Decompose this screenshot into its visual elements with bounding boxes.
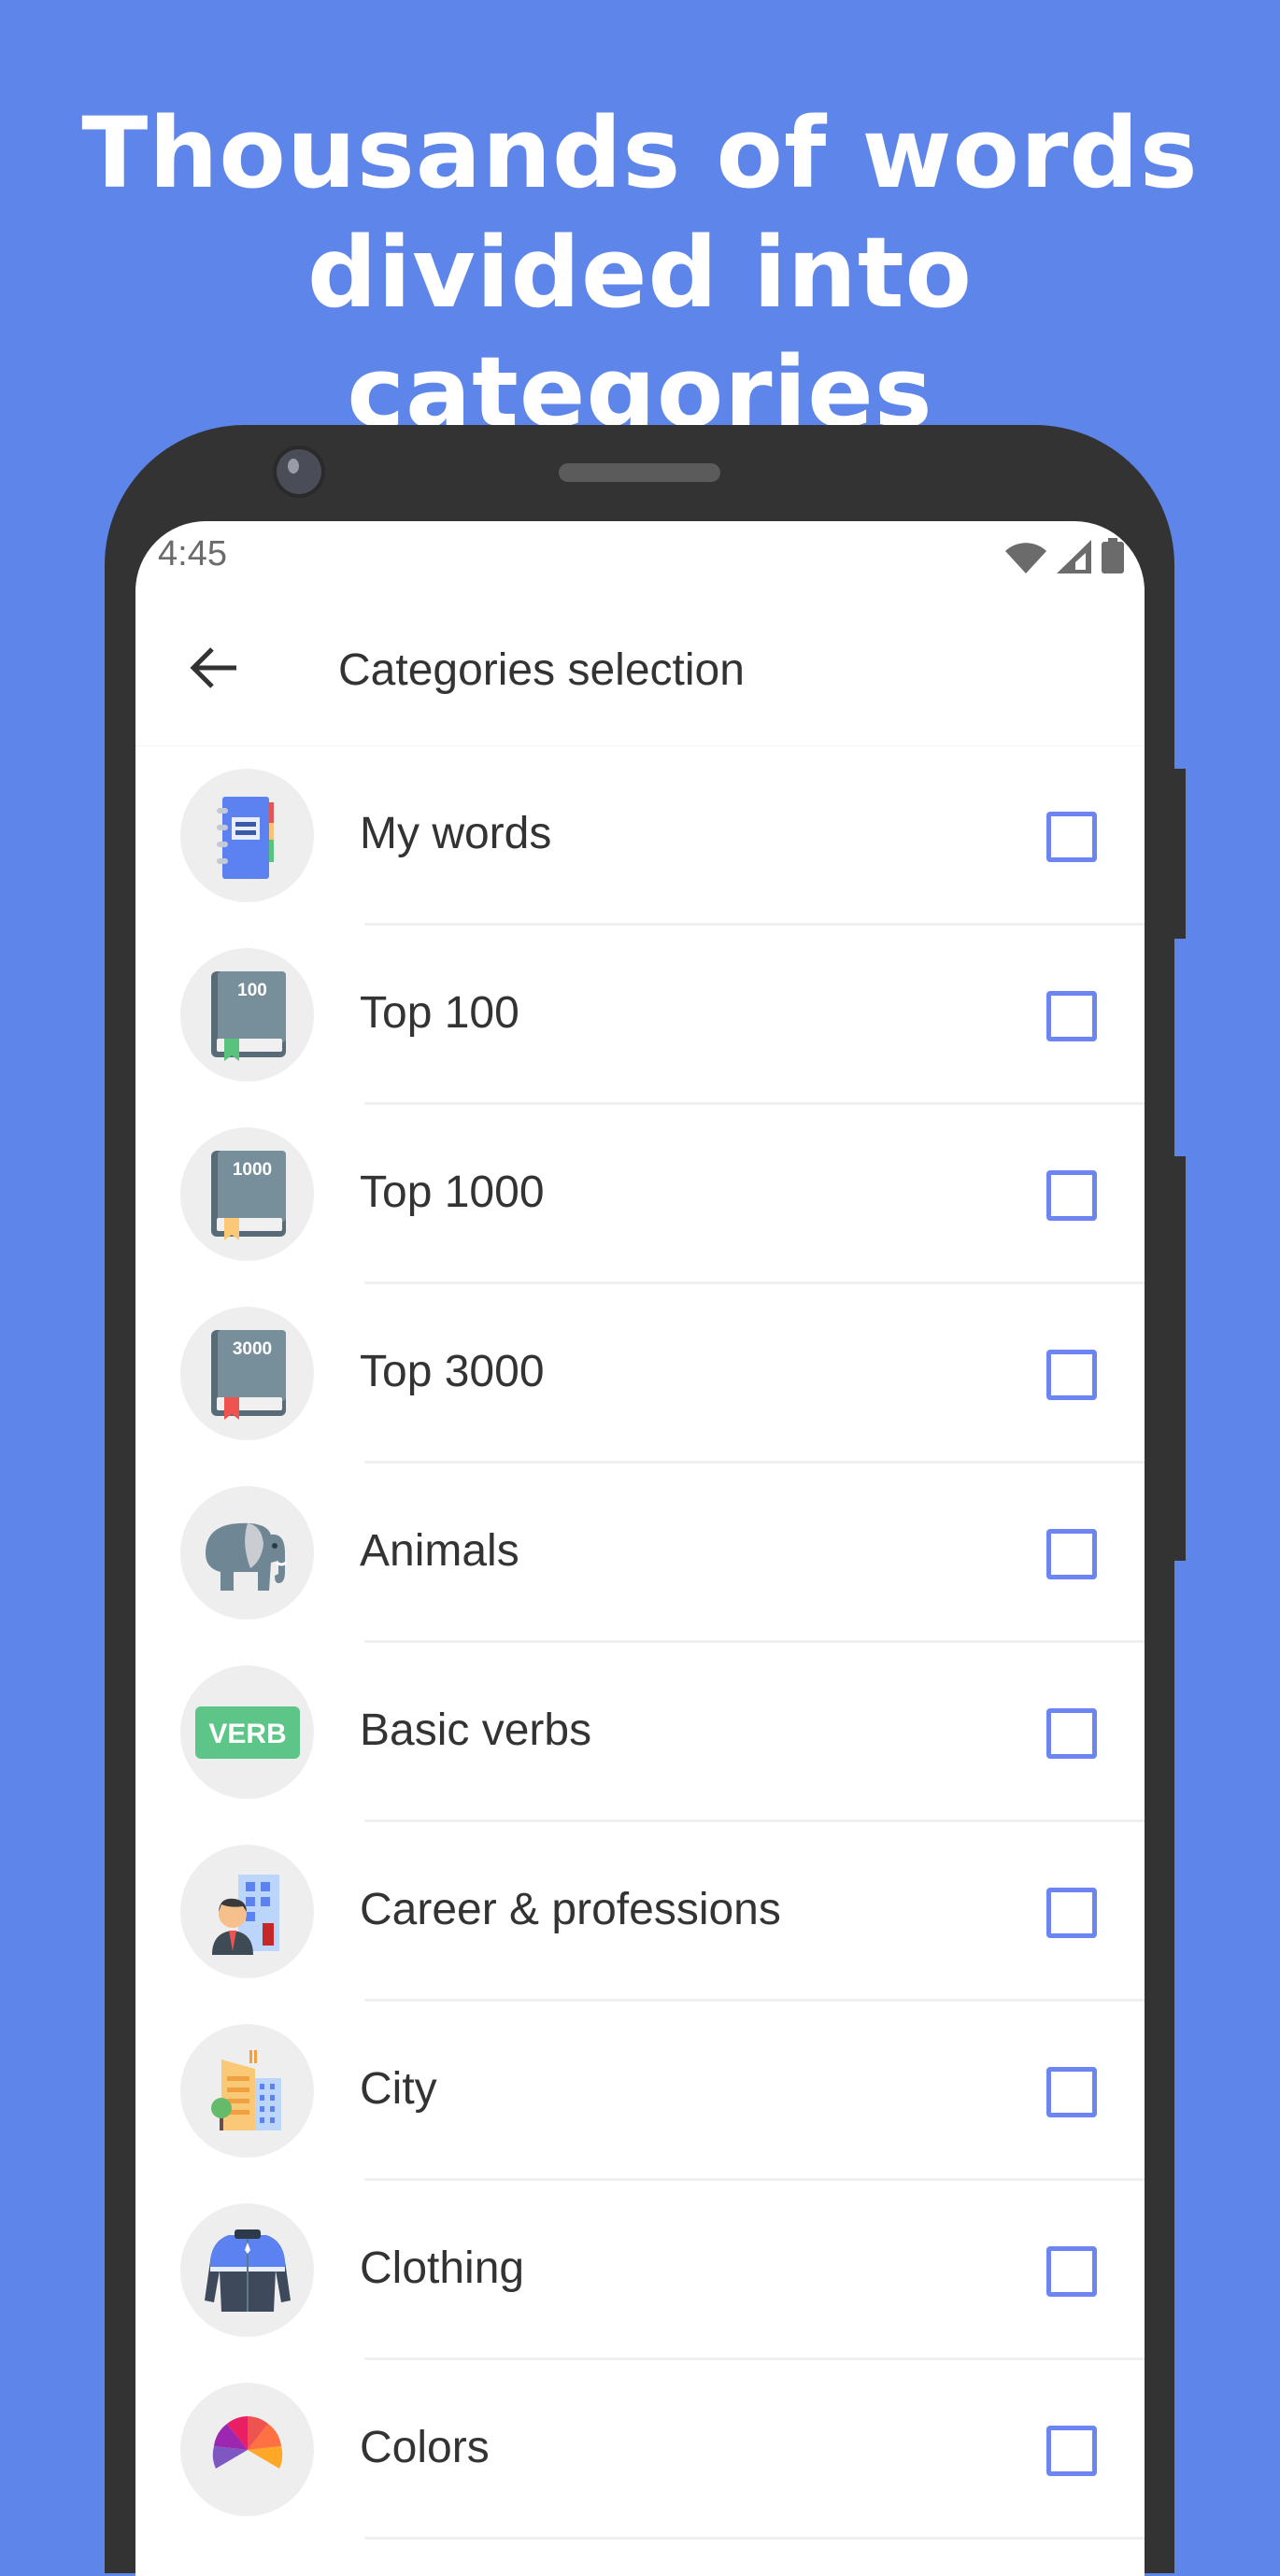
phone-screen: 4:45 Categories selection My words 100 T…	[135, 521, 1145, 2576]
elephant-icon	[180, 1486, 314, 1620]
book-3000-icon: 3000	[180, 1307, 314, 1440]
category-checkbox[interactable]	[1046, 1888, 1097, 1938]
category-label: Top 1000	[360, 1168, 545, 1217]
category-row-basic-verbs[interactable]: VERB Basic verbs	[135, 1643, 1145, 1822]
status-time: 4:45	[158, 534, 227, 573]
verb-tag-icon: VERB	[180, 1665, 314, 1799]
category-label: City	[360, 2064, 437, 2114]
cell-signal-icon	[1057, 540, 1091, 573]
book-badge-text: 100	[237, 981, 267, 1000]
back-button[interactable]	[180, 635, 246, 701]
category-checkbox[interactable]	[1046, 1350, 1097, 1400]
category-row-clothing[interactable]: Clothing	[135, 2181, 1145, 2360]
category-checkbox[interactable]	[1046, 1529, 1097, 1579]
status-icons	[1004, 538, 1124, 573]
book-100-icon: 100	[180, 948, 314, 1082]
app-bar: Categories selection	[135, 587, 1145, 745]
category-checkbox[interactable]	[1046, 2246, 1097, 2297]
category-row-top-1000[interactable]: 1000 Top 1000	[135, 1105, 1145, 1284]
category-label: Clothing	[360, 2243, 525, 2293]
jacket-icon	[180, 2203, 314, 2337]
wifi-icon	[1005, 543, 1046, 573]
headline-line-2: divided into categories	[306, 216, 974, 449]
category-list: My words 100 Top 100 1000 Top 1000 3000 …	[135, 745, 1145, 2540]
phone-power-button	[1174, 769, 1186, 939]
category-checkbox[interactable]	[1046, 991, 1097, 1041]
category-checkbox[interactable]	[1046, 2067, 1097, 2117]
category-row-top-100[interactable]: 100 Top 100	[135, 926, 1145, 1105]
book-badge-text: 3000	[232, 1339, 271, 1359]
category-checkbox[interactable]	[1046, 1708, 1097, 1759]
book-badge-text: 1000	[232, 1160, 271, 1180]
category-label: Animals	[360, 1526, 519, 1576]
businessman-icon	[180, 1845, 314, 1978]
category-label: Colors	[360, 2423, 490, 2472]
category-row-city[interactable]: City	[135, 2002, 1145, 2181]
book-1000-icon: 1000	[180, 1127, 314, 1261]
category-checkbox[interactable]	[1046, 1170, 1097, 1221]
category-label: Career & professions	[360, 1885, 781, 1934]
front-camera	[277, 449, 321, 494]
status-bar: 4:45	[135, 521, 1145, 587]
headline: Thousands of words divided into categori…	[0, 93, 1280, 452]
category-row-my-words[interactable]: My words	[135, 746, 1145, 926]
category-row-animals[interactable]: Animals	[135, 1464, 1145, 1643]
earpiece-speaker	[559, 463, 720, 482]
headline-line-1: Thousands of words	[81, 96, 1199, 210]
battery-icon	[1102, 538, 1124, 573]
phone-volume-button	[1174, 1156, 1186, 1561]
category-label: Basic verbs	[360, 1706, 592, 1755]
category-checkbox[interactable]	[1046, 812, 1097, 862]
arrow-left-icon	[190, 647, 236, 688]
category-label: My words	[360, 809, 552, 858]
category-row-top-3000[interactable]: 3000 Top 3000	[135, 1284, 1145, 1464]
category-label: Top 3000	[360, 1347, 545, 1396]
page-title: Categories selection	[338, 645, 745, 695]
category-row-career[interactable]: Career & professions	[135, 1822, 1145, 2002]
category-checkbox[interactable]	[1046, 2426, 1097, 2476]
notebook-icon	[180, 769, 314, 902]
category-label: Top 100	[360, 988, 519, 1038]
city-buildings-icon	[180, 2024, 314, 2158]
category-row-colors[interactable]: Colors	[135, 2360, 1145, 2540]
verb-tag-text: VERB	[208, 1719, 286, 1749]
